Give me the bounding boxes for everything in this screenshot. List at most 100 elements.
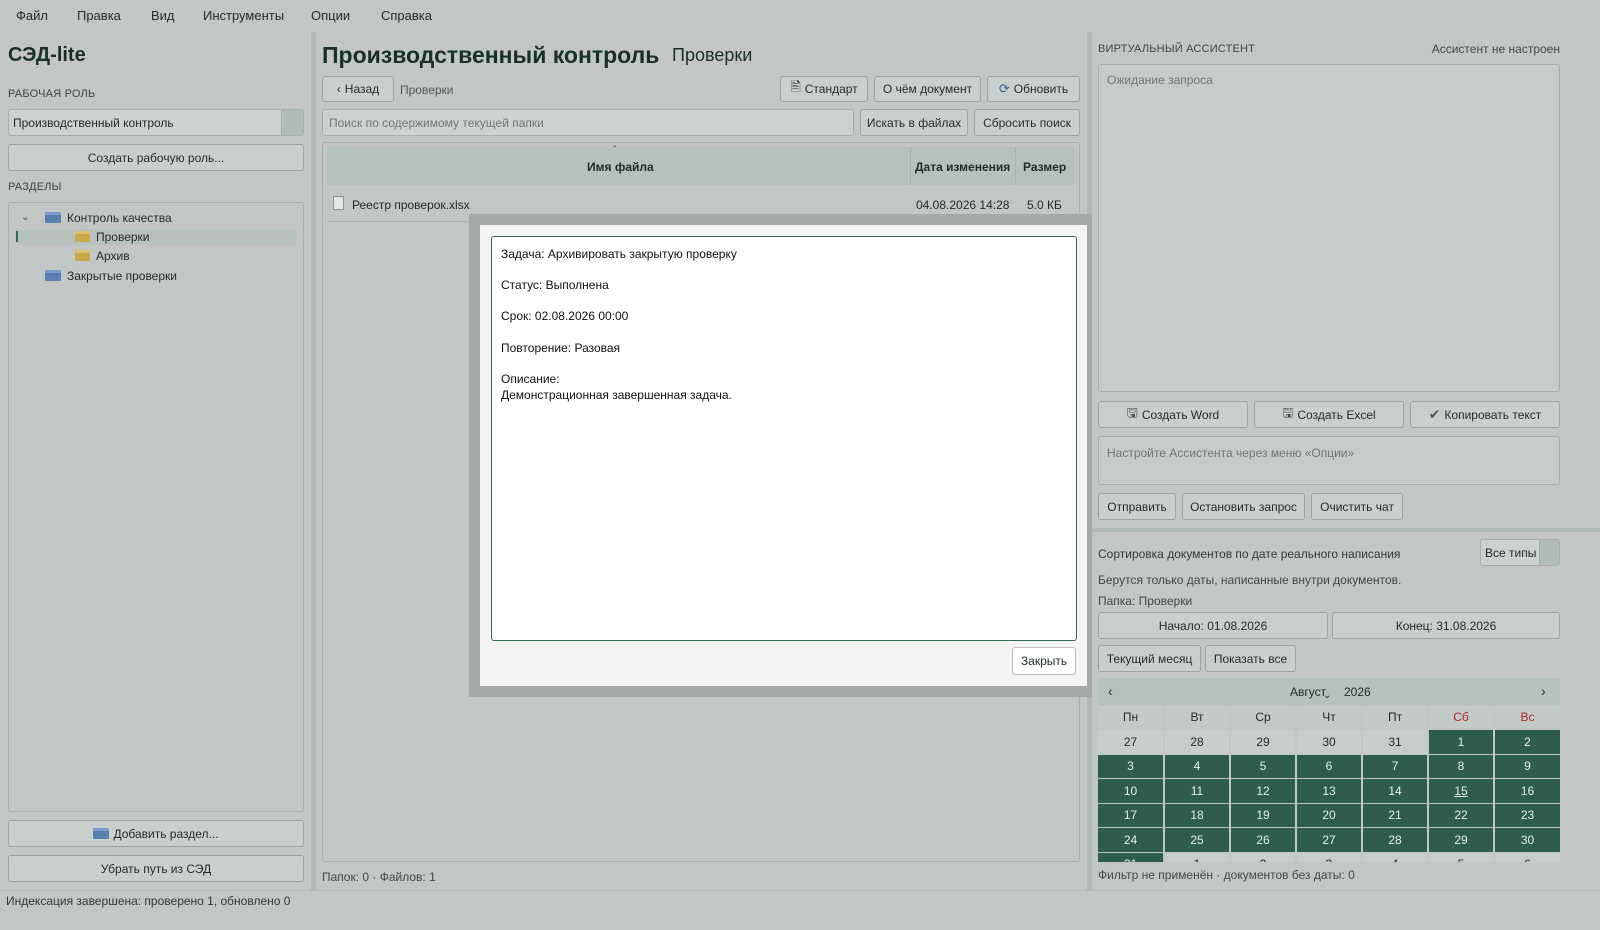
calendar-day[interactable]: 28 [1363,828,1427,852]
calendar-day[interactable]: 28 [1165,730,1229,754]
calendar-day[interactable]: 4 [1165,754,1229,778]
chevron-right-icon[interactable]: › [1541,683,1546,699]
calendar-day[interactable]: 26 [1231,828,1295,852]
refresh-label: Обновить [1013,82,1069,96]
calendar-day[interactable]: 17 [1098,803,1163,827]
calendar-day[interactable]: 5 [1429,852,1493,862]
page-title: Производственный контроль [322,42,660,68]
calendar-day[interactable]: 2 [1231,852,1295,862]
calendar-day[interactable]: 3 [1098,754,1163,778]
menu-tools[interactable]: Инструменты [203,8,284,23]
calendar-day[interactable]: 15 [1429,779,1493,803]
create-role-button[interactable]: Создать рабочую роль... [8,144,304,171]
column-size[interactable]: Размер [1023,160,1066,174]
calendar-day[interactable]: 30 [1297,730,1361,754]
task-repeat: Повторение: Разовая [501,341,621,355]
calendar-day[interactable]: 31 [1098,852,1163,862]
menu-view[interactable]: Вид [151,8,175,23]
calendar-day[interactable]: 13 [1297,779,1361,803]
calendar-day[interactable]: 20 [1297,803,1361,827]
prompt-input[interactable] [1098,436,1560,485]
calendar-day[interactable]: 1 [1429,730,1493,754]
calendar-day[interactable]: 23 [1495,803,1560,827]
calendar-day[interactable]: 5 [1231,754,1295,778]
calendar-day[interactable]: 14 [1363,779,1427,803]
tree-item-closed-checks[interactable]: Закрытые проверки [45,266,177,285]
calendar-day[interactable]: 10 [1098,779,1163,803]
copy-text-button[interactable]: ✔ Копировать текст [1410,401,1560,428]
column-filename[interactable]: Имя файла [587,160,654,174]
task-details[interactable]: Задача: Архивировать закрытую проверку С… [491,236,1077,641]
clear-chat-button[interactable]: Очистить чат [1311,493,1403,520]
calendar-day[interactable]: 9 [1495,754,1560,778]
chevron-down-icon[interactable] [281,110,303,135]
standard-button[interactable]: 🖹 Стандарт [780,76,868,102]
add-section-button[interactable]: Добавить раздел... [8,820,304,847]
calendar-day[interactable]: 29 [1231,730,1295,754]
back-button[interactable]: ‹ Назад [322,76,394,102]
tree-item-archive[interactable]: Архив [75,246,130,265]
calendar-year[interactable]: 2026 [1344,685,1371,699]
tree-item-quality-control[interactable]: ⌄ Контроль качества [21,208,172,227]
chevron-down-icon[interactable]: ⌄ [21,212,35,223]
horizontal-splitter[interactable] [1092,528,1600,532]
reset-search-button[interactable]: Сбросить поиск [974,109,1080,136]
calendar-day[interactable]: 31 [1363,730,1427,754]
calendar-day[interactable]: 29 [1429,828,1493,852]
create-excel-button[interactable]: 🖫 Создать Excel [1254,401,1404,428]
chevron-left-icon[interactable]: ‹ [1108,683,1113,699]
calendar-day[interactable]: 3 [1297,852,1361,862]
copy-text-label: Копировать текст [1444,407,1542,422]
calendar-day[interactable]: 27 [1098,730,1163,754]
calendar-day[interactable]: 1 [1165,852,1229,862]
left-splitter[interactable] [311,32,316,890]
file-date: 04.08.2026 14:28 [916,198,1010,212]
calendar-day[interactable]: 8 [1429,754,1493,778]
save-icon: 🖫 [1282,404,1294,420]
calendar-day[interactable]: 2 [1495,730,1560,754]
create-word-button[interactable]: 🖫 Создать Word [1098,401,1248,428]
calendar-day[interactable]: 21 [1363,803,1427,827]
calendar-day[interactable]: 6 [1495,852,1560,862]
search-files-button[interactable]: Искать в файлах [860,109,968,136]
assistant-output[interactable] [1098,64,1560,392]
calendar-day[interactable]: 11 [1165,779,1229,803]
close-button[interactable]: Закрыть [1012,647,1076,675]
menu-file[interactable]: Файл [16,8,48,23]
calendar-day[interactable]: 22 [1429,803,1493,827]
menu-help[interactable]: Справка [381,8,432,23]
task-description: Демонстрационная завершенная задача. [501,388,732,402]
calendar-day[interactable]: 19 [1231,803,1295,827]
page-subtitle: Проверки [672,45,753,65]
calendar-month[interactable]: Август [1290,685,1326,699]
calendar-day[interactable]: 24 [1098,828,1163,852]
about-document-button[interactable]: О чём документ [874,76,981,102]
search-input[interactable] [322,109,854,136]
chevron-down-icon[interactable] [1539,540,1559,565]
tree-selection-highlight [15,229,297,245]
calendar-day[interactable]: 7 [1363,754,1427,778]
column-date[interactable]: Дата изменения [915,160,1010,174]
types-select[interactable]: Все типы [1480,539,1560,566]
menu-options[interactable]: Опции [311,8,350,23]
calendar-day[interactable]: 4 [1363,852,1427,862]
refresh-button[interactable]: ⟳ Обновить [987,76,1080,102]
chevron-down-icon[interactable]: ⌄ [1323,690,1331,701]
calendar-day[interactable]: 16 [1495,779,1560,803]
end-date-button[interactable]: Конец: 31.08.2026 [1332,612,1560,639]
tree-item-checks[interactable]: Проверки [75,227,150,246]
show-all-button[interactable]: Показать все [1205,645,1296,672]
role-select[interactable]: Производственный контроль [8,109,304,136]
calendar-day[interactable]: 25 [1165,828,1229,852]
calendar-day[interactable]: 18 [1165,803,1229,827]
start-date-button[interactable]: Начало: 01.08.2026 [1098,612,1328,639]
menu-edit[interactable]: Правка [77,8,121,23]
calendar-day[interactable]: 30 [1495,828,1560,852]
send-button[interactable]: Отправить [1098,493,1176,520]
calendar-day[interactable]: 12 [1231,779,1295,803]
remove-path-button[interactable]: Убрать путь из СЭД [8,855,304,882]
stop-request-button[interactable]: Остановить запрос [1182,493,1305,520]
calendar-day[interactable]: 6 [1297,754,1361,778]
calendar-day[interactable]: 27 [1297,828,1361,852]
current-month-button[interactable]: Текущий месяц [1098,645,1201,672]
